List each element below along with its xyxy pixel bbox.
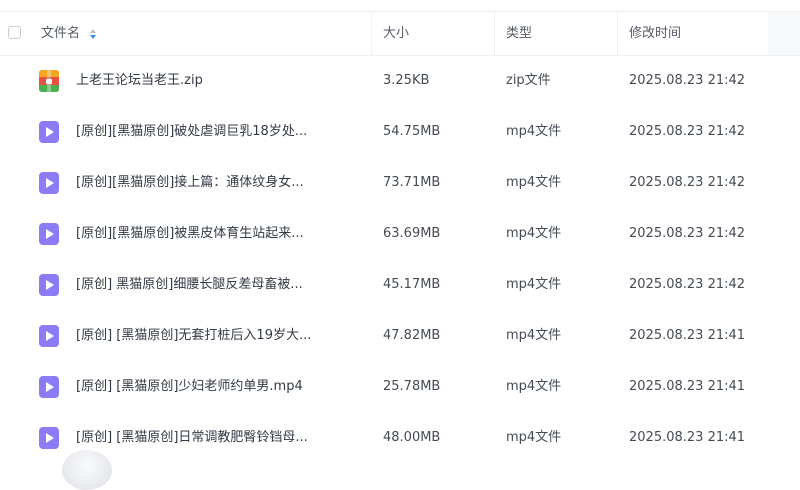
file-type: mp4文件	[506, 226, 562, 241]
column-header-time[interactable]: 修改时间	[629, 12, 681, 55]
file-modified-time: 2025.08.23 21:42	[629, 73, 746, 88]
file-modified-time: 2025.08.23 21:41	[629, 430, 746, 445]
file-name[interactable]: [原创] [黑猫原创]无套打桩后入19岁大...	[76, 310, 311, 361]
header-filler	[768, 12, 800, 55]
file-size: 25.78MB	[383, 379, 441, 394]
file-size: 48.00MB	[383, 430, 441, 445]
table-header: 文件名 大小 类型 修改时间	[0, 12, 800, 56]
file-name[interactable]: [原创][黑猫原创]被黑皮体育生站起来...	[76, 208, 304, 259]
column-divider	[617, 12, 618, 55]
file-type: mp4文件	[506, 175, 562, 190]
file-size: 54.75MB	[383, 124, 441, 139]
file-row[interactable]: [原创] [黑猫原创]少妇老师约单男.mp4 25.78MB mp4文件 202…	[0, 361, 800, 412]
video-file-icon	[39, 121, 59, 143]
file-size: 3.25KB	[383, 73, 430, 88]
zip-archive-icon	[39, 70, 59, 92]
file-row[interactable]: [原创][黑猫原创]被黑皮体育生站起来... 63.69MB mp4文件 202…	[0, 208, 800, 259]
file-name[interactable]: [原创] [黑猫原创]日常调教肥臀铃铛母...	[76, 412, 308, 463]
file-modified-time: 2025.08.23 21:42	[629, 124, 746, 139]
file-name[interactable]: [原创][黑猫原创]破处虐调巨乳18岁处...	[76, 106, 307, 157]
video-file-icon	[39, 172, 59, 194]
file-row[interactable]: [原创] [黑猫原创]日常调教肥臀铃铛母... 48.00MB mp4文件 20…	[0, 412, 800, 463]
video-file-icon	[39, 325, 59, 347]
video-file-icon	[39, 274, 59, 296]
file-type: mp4文件	[506, 379, 562, 394]
video-file-icon	[39, 376, 59, 398]
column-header-type[interactable]: 类型	[506, 12, 532, 55]
file-modified-time: 2025.08.23 21:41	[629, 379, 746, 394]
file-name[interactable]: [原创][黑猫原创]接上篇：通体纹身女...	[76, 157, 304, 208]
file-row[interactable]: 上老王论坛当老王.zip 3.25KB zip文件 2025.08.23 21:…	[0, 55, 800, 106]
column-divider	[494, 12, 495, 55]
file-type: mp4文件	[506, 328, 562, 343]
file-modified-time: 2025.08.23 21:42	[629, 175, 746, 190]
file-size: 45.17MB	[383, 277, 441, 292]
file-size: 63.69MB	[383, 226, 441, 241]
file-row[interactable]: [原创] 黑猫原创]细腰长腿反差母畜被... 45.17MB mp4文件 202…	[0, 259, 800, 310]
file-size: 47.82MB	[383, 328, 441, 343]
file-name[interactable]: [原创] 黑猫原创]细腰长腿反差母畜被...	[76, 259, 303, 310]
file-size: 73.71MB	[383, 175, 441, 190]
floating-action-bubble[interactable]	[62, 450, 112, 490]
file-name[interactable]: [原创] [黑猫原创]少妇老师约单男.mp4	[76, 361, 303, 412]
column-header-size[interactable]: 大小	[383, 12, 409, 55]
file-type: mp4文件	[506, 124, 562, 139]
file-modified-time: 2025.08.23 21:42	[629, 226, 746, 241]
video-file-icon	[39, 223, 59, 245]
file-row[interactable]: [原创][黑猫原创]破处虐调巨乳18岁处... 54.75MB mp4文件 20…	[0, 106, 800, 157]
sort-icon[interactable]	[89, 26, 97, 42]
column-divider	[371, 12, 372, 55]
file-type: mp4文件	[506, 277, 562, 292]
file-row[interactable]: [原创][黑猫原创]接上篇：通体纹身女... 73.71MB mp4文件 202…	[0, 157, 800, 208]
video-file-icon	[39, 427, 59, 449]
select-all-checkbox[interactable]	[8, 26, 21, 39]
file-modified-time: 2025.08.23 21:41	[629, 328, 746, 343]
column-header-name[interactable]: 文件名	[41, 12, 80, 55]
file-modified-time: 2025.08.23 21:42	[629, 277, 746, 292]
file-type: zip文件	[506, 73, 551, 88]
file-row[interactable]: [原创] [黑猫原创]无套打桩后入19岁大... 47.82MB mp4文件 2…	[0, 310, 800, 361]
file-name[interactable]: 上老王论坛当老王.zip	[76, 55, 203, 106]
file-type: mp4文件	[506, 430, 562, 445]
